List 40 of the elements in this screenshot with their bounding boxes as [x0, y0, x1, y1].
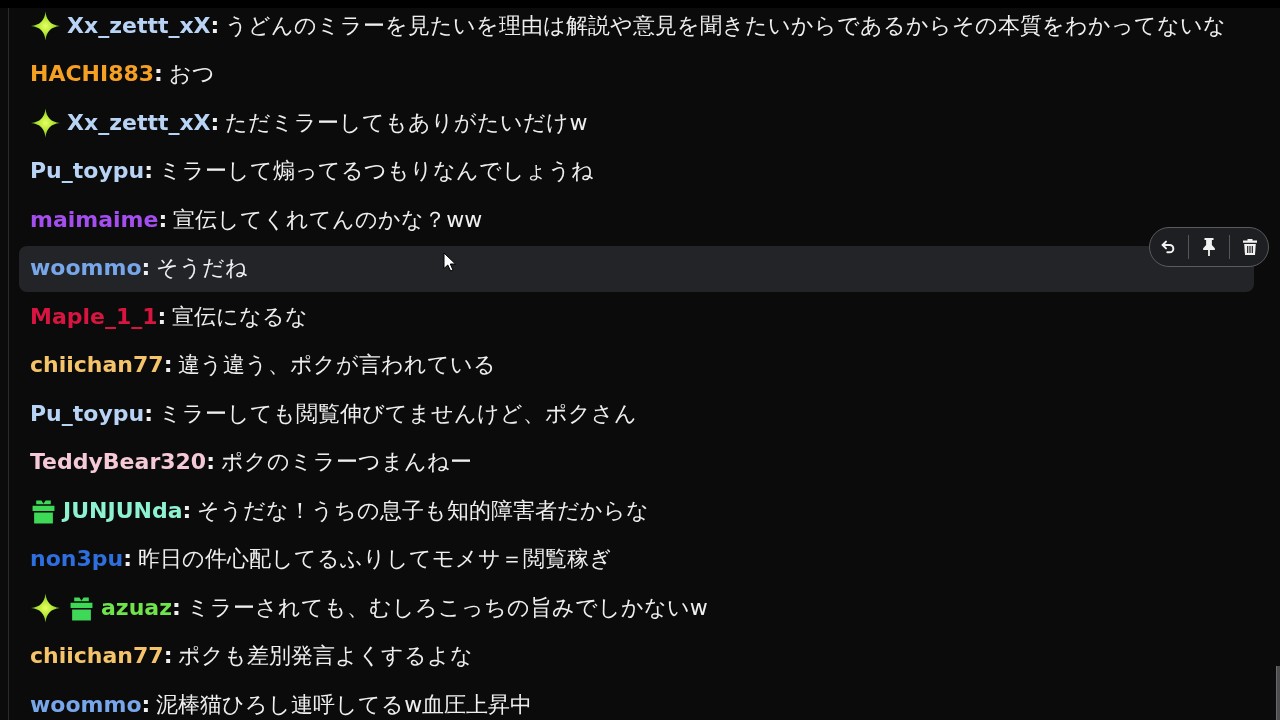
username[interactable]: non3pu: — [30, 546, 132, 573]
mouse-pointer-icon — [443, 251, 456, 272]
username[interactable]: Xx_zettt_xX: — [67, 109, 220, 137]
username[interactable]: azuaz: — [101, 594, 181, 622]
username[interactable]: Pu_toypu: — [30, 400, 153, 428]
username[interactable]: woommo: — [30, 691, 151, 719]
message-text: うどんのミラーを見たいを理由は解説や意見を聞きたいからであるからその本質をわかってないな — [225, 12, 1227, 40]
message-text: 違う違う、ポクが言われている — [178, 352, 497, 379]
message-text: そうだね — [156, 255, 249, 282]
message-text: そうだな！うちの息子も知的障害者だからな — [197, 497, 650, 525]
pin-icon — [1202, 237, 1216, 256]
username[interactable]: Pu_toypu: — [30, 158, 153, 185]
username[interactable]: HACHI883: — [30, 61, 163, 88]
gift-icon — [69, 595, 94, 621]
trash-icon — [1243, 238, 1257, 255]
username[interactable]: maimaime: — [30, 206, 168, 234]
sparkle-icon — [31, 593, 60, 623]
message-text: 宣伝してくれてんのかな？ww — [173, 206, 483, 234]
message-text: ミラーしても閲覧伸びてませんけど、ポクさん — [159, 400, 637, 428]
curved-arrow-icon — [1160, 238, 1176, 255]
sparkle-icon — [31, 108, 60, 138]
message-text: ミラーされても、むしろこっちの旨みでしかないw — [186, 594, 708, 622]
username[interactable]: woommo: — [30, 255, 151, 282]
gift-icon — [31, 498, 56, 524]
username[interactable]: chiichan77: — [30, 643, 173, 670]
username[interactable]: JUNJUNda: — [63, 497, 192, 525]
message-text: 泥棒猫ひろし連呼してるw血圧上昇中 — [156, 691, 533, 719]
message-text: ポクも差別発言よくするよな — [178, 643, 474, 670]
username[interactable]: Maple_1_1: — [30, 303, 167, 331]
message-text: おつ — [168, 61, 215, 88]
username[interactable]: Xx_zettt_xX: — [67, 12, 220, 40]
scrollbar-thumb[interactable] — [1276, 666, 1280, 720]
message-text: ミラーして煽ってるつもりなんでしょうね — [159, 158, 594, 185]
sparkle-icon — [31, 11, 60, 41]
message-text: 宣伝になるな — [172, 303, 309, 331]
message-text: 昨日の件心配してるふりしてモメサ＝閲覧稼ぎ — [137, 546, 612, 573]
username[interactable]: TeddyBear320: — [30, 449, 215, 476]
message-text: ポクのミラーつまんねー — [220, 449, 472, 476]
message-text: ただミラーしてもありがたいだけw — [225, 109, 588, 137]
username[interactable]: chiichan77: — [30, 352, 173, 379]
